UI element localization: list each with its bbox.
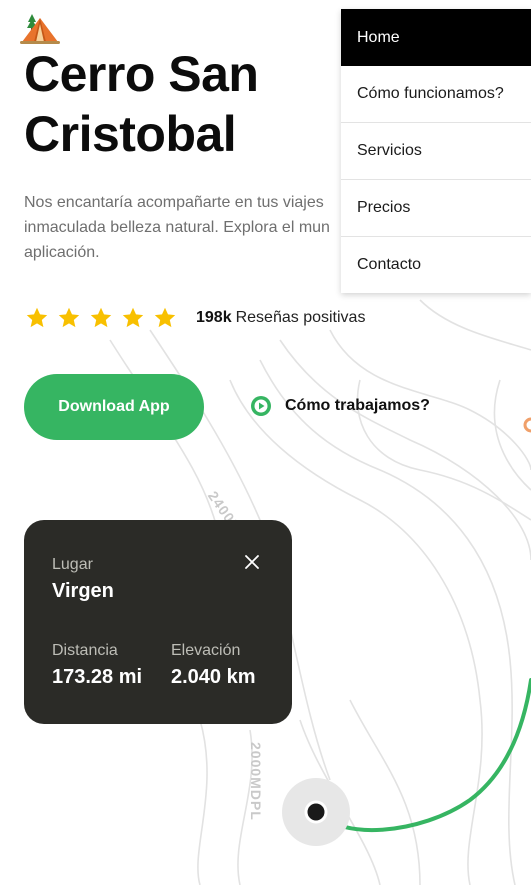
reviews-count: 198k	[196, 309, 232, 326]
how-we-work-link[interactable]: Cómo trabajamos?	[251, 396, 430, 416]
how-we-work-label: Cómo trabajamos?	[285, 397, 430, 414]
rating-stars	[24, 306, 178, 330]
menu-item-home[interactable]: Home	[341, 9, 531, 66]
route-end-marker	[523, 417, 531, 433]
star-icon	[26, 307, 48, 328]
distance-label: Distancia	[52, 642, 118, 659]
menu-item-label: Servicios	[357, 142, 422, 159]
play-icon	[251, 396, 271, 416]
menu-item-label: Home	[357, 28, 400, 46]
place-label: Lugar	[52, 556, 93, 573]
elevation-label: Elevación	[171, 642, 241, 659]
close-icon[interactable]	[244, 554, 260, 570]
place-name: Virgen	[52, 580, 114, 602]
menu-item-label: Contacto	[357, 256, 422, 273]
elevation-value: 2.040 km	[171, 666, 256, 688]
star-icon	[122, 307, 144, 328]
page-title: Cerro San Cristobal	[24, 46, 259, 162]
menu-item-servicios[interactable]: Servicios	[341, 123, 531, 180]
nav-dropdown-menu: Home Cómo funcionamos? Servicios Precios…	[341, 9, 531, 293]
reviews-summary: 198k Reseñas positivas	[196, 309, 365, 327]
reviews-label: Reseñas positivas	[235, 309, 366, 326]
download-app-button[interactable]: Download App	[24, 374, 204, 440]
place-info-card: Lugar Virgen Distancia 173.28 mi Elevaci…	[24, 520, 292, 724]
route-line	[316, 678, 531, 833]
star-icon	[154, 307, 176, 328]
menu-item-label: Cómo funcionamos?	[357, 85, 504, 102]
contour-label-2000: 2000MDPL	[248, 742, 264, 821]
distance-value: 173.28 mi	[52, 666, 143, 688]
hero-description: Nos encantaría acompañarte en tus viajes…	[24, 194, 330, 261]
menu-item-label: Precios	[357, 199, 411, 216]
star-icon	[90, 307, 112, 328]
menu-item-contacto[interactable]: Contacto	[341, 237, 531, 293]
menu-item-como-funcionamos[interactable]: Cómo funcionamos?	[341, 66, 531, 123]
tent-icon	[20, 14, 60, 44]
star-icon	[58, 307, 80, 328]
menu-item-precios[interactable]: Precios	[341, 180, 531, 237]
